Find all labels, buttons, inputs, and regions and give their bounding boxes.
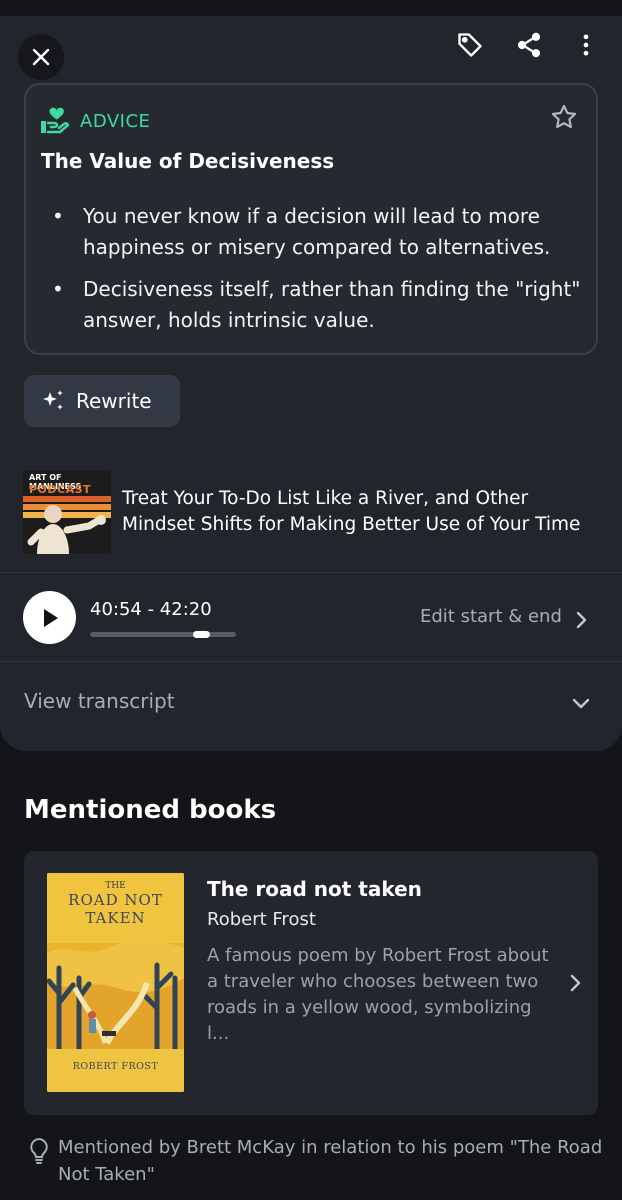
rewrite-label: Rewrite (76, 389, 152, 413)
cover-text: TAKEN (85, 909, 146, 927)
share-icon[interactable] (512, 28, 546, 62)
clip-progress-track[interactable] (90, 632, 236, 637)
chevron-down-icon[interactable] (570, 694, 592, 712)
cover-text: ROBERT FROST (72, 1061, 159, 1072)
hand-heart-icon (41, 107, 70, 134)
mention-note: Mentioned by Brett McKay in relation to … (58, 1137, 603, 1185)
bullet-item: • You never know if a decision will lead … (41, 201, 581, 263)
play-icon (43, 608, 58, 627)
more-vertical-icon[interactable] (569, 28, 603, 62)
insight-card: ADVICE The Value of Decisiveness • You ne… (24, 83, 598, 355)
lightbulb-icon (30, 1137, 48, 1164)
bullet-text: You never know if a decision will lead t… (83, 204, 551, 259)
close-icon (32, 48, 50, 66)
highlight-panel: ADVICE The Value of Decisiveness • You ne… (0, 16, 622, 751)
episode-title[interactable]: Treat Your To-Do List Like a River, and … (122, 486, 602, 538)
close-button[interactable] (18, 34, 64, 80)
divider (0, 661, 622, 662)
book-author: Robert Frost (207, 909, 316, 930)
tag-icon[interactable] (453, 28, 487, 62)
podcast-art-text: PODCAST (29, 483, 92, 496)
insight-title: The Value of Decisiveness (41, 149, 335, 173)
category-label: ADVICE (80, 111, 151, 132)
clip-time-range: 40:54 - 42:20 (90, 599, 212, 620)
clip-progress-knob[interactable] (193, 631, 210, 638)
mentioned-books-heading: Mentioned books (24, 795, 277, 825)
view-transcript-toggle[interactable]: View transcript (24, 689, 175, 713)
edit-start-end-link[interactable]: Edit start & end (420, 606, 562, 627)
book-cover: THE ROAD NOT TAKEN ROBERT FROST (47, 873, 184, 1092)
top-strip (0, 0, 622, 16)
cover-text: ROAD NOT (68, 891, 163, 909)
star-icon[interactable] (550, 103, 578, 131)
cover-text: THE (105, 881, 126, 891)
bullet-text: Decisiveness itself, rather than finding… (83, 277, 581, 332)
sparkle-icon (43, 390, 63, 410)
podcast-artwork[interactable]: ART OF MANLINESS PODCAST (23, 470, 111, 554)
book-card[interactable]: THE ROAD NOT TAKEN ROBERT FROST The road… (24, 851, 598, 1115)
chevron-right-icon[interactable] (574, 610, 588, 630)
book-description: A famous poem by Robert Frost about a tr… (207, 945, 549, 1044)
rewrite-button[interactable]: Rewrite (24, 375, 180, 427)
insight-bullets: • You never know if a decision will lead … (41, 201, 581, 347)
chevron-right-icon[interactable] (568, 973, 582, 993)
play-button[interactable] (23, 591, 76, 644)
bullet-item: • Decisiveness itself, rather than findin… (41, 274, 581, 336)
book-title: The road not taken (207, 877, 422, 901)
divider (0, 572, 622, 573)
